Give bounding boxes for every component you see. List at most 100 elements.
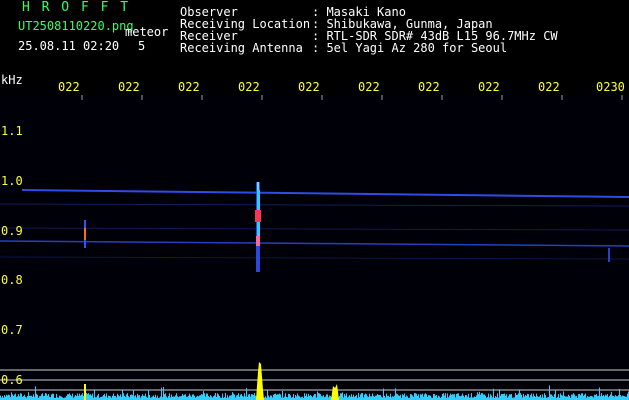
trace-bar [177,396,178,400]
trace-bar [603,394,604,400]
trace-bar [551,394,552,400]
trace-bar [60,396,61,400]
trace-bar [219,396,220,400]
trace-bar [143,395,144,400]
trace-bar [433,393,434,400]
trace-bar [420,394,421,400]
trace-bar [24,394,25,400]
trace-bar [342,392,343,400]
trace-bar [618,395,619,400]
trace-bar [134,396,135,400]
trace-bar [34,396,35,400]
trace-bar [497,393,498,400]
trace-bar [397,394,398,400]
trace-bar [449,395,450,400]
trace-bar [72,393,73,400]
trace-bar [568,394,569,400]
trace-bar [626,396,627,400]
trace-bar [617,396,618,400]
trace-bar [51,394,52,400]
trace-bar [372,393,373,400]
trace-bar [542,394,543,400]
trace-bar [313,395,314,400]
trace-bar [21,393,22,400]
datetime: 25.08.11 02:20 [18,39,120,53]
trace-bar [225,393,226,400]
trace-bar [580,395,581,400]
trace-bar [519,389,520,400]
trace-bar [375,395,376,400]
x-tick-label: 0230 [596,80,625,94]
trace-bar [590,395,591,400]
trace-bar [87,393,88,400]
trace-bar [237,395,238,400]
trace-bar [451,394,452,400]
trace-bar [567,396,568,400]
trace-bar [127,393,128,400]
trace-bar [564,395,565,400]
trace-bar [114,395,115,400]
trace-bar [277,394,278,400]
trace-bar [596,393,597,400]
trace-bar [511,394,512,400]
trace-bar [505,395,506,400]
trace-bar [305,395,306,400]
trace-bar [196,396,197,400]
trace-bar [157,395,158,400]
trace-bar [92,393,93,400]
trace-bar [112,395,113,400]
trace-bar [477,392,478,400]
trace-bar [205,396,206,400]
trace-bar [485,395,486,400]
trace-bar [208,396,209,400]
trace-bar [171,394,172,400]
trace-bar [236,395,237,400]
trace-bar [358,393,359,400]
trace-bar [68,394,69,400]
trace-bar [490,394,491,400]
trace-bar [554,394,555,400]
trace-bar [379,394,380,400]
trace-bar [74,396,75,400]
trace-bar [109,395,110,400]
trace-bar [204,393,205,400]
trace-bar [549,385,550,400]
trace-bar [442,393,443,400]
trace-bar [578,394,579,400]
trace-bar [416,393,417,400]
trace-bar [459,395,460,400]
trace-bar [6,394,7,400]
trace-bar [117,393,118,400]
trace-bar [527,393,528,400]
trace-bar [71,396,72,400]
trace-bar [454,394,455,400]
trace-bar [434,393,435,400]
trace-bar [132,395,133,400]
trace-bar [422,393,423,400]
trace-bar [251,394,252,400]
trace-bar [161,387,162,400]
trace-bar [346,393,347,400]
trace-bar [615,395,616,400]
trace-bar [436,395,437,400]
trace-bar [145,393,146,400]
trace-bar [248,394,249,400]
trace-bar [453,394,454,400]
trace-bar [537,396,538,400]
trace-bar [173,396,174,400]
trace-bar [353,394,354,400]
trace-bar [576,395,577,400]
trace-bar [411,394,412,400]
trace-bar [614,396,615,400]
trace-bar [124,395,125,400]
trace-bar [624,396,625,400]
trace-bar [536,393,537,400]
trace-bar [319,393,320,400]
trace-bar [345,395,346,400]
y-tick-label: 0.9 [1,224,23,238]
trace-bar [493,388,494,400]
trace-bar [445,393,446,400]
trace-bar [76,396,77,400]
trace-bar [499,389,500,400]
trace-bar [115,396,116,400]
